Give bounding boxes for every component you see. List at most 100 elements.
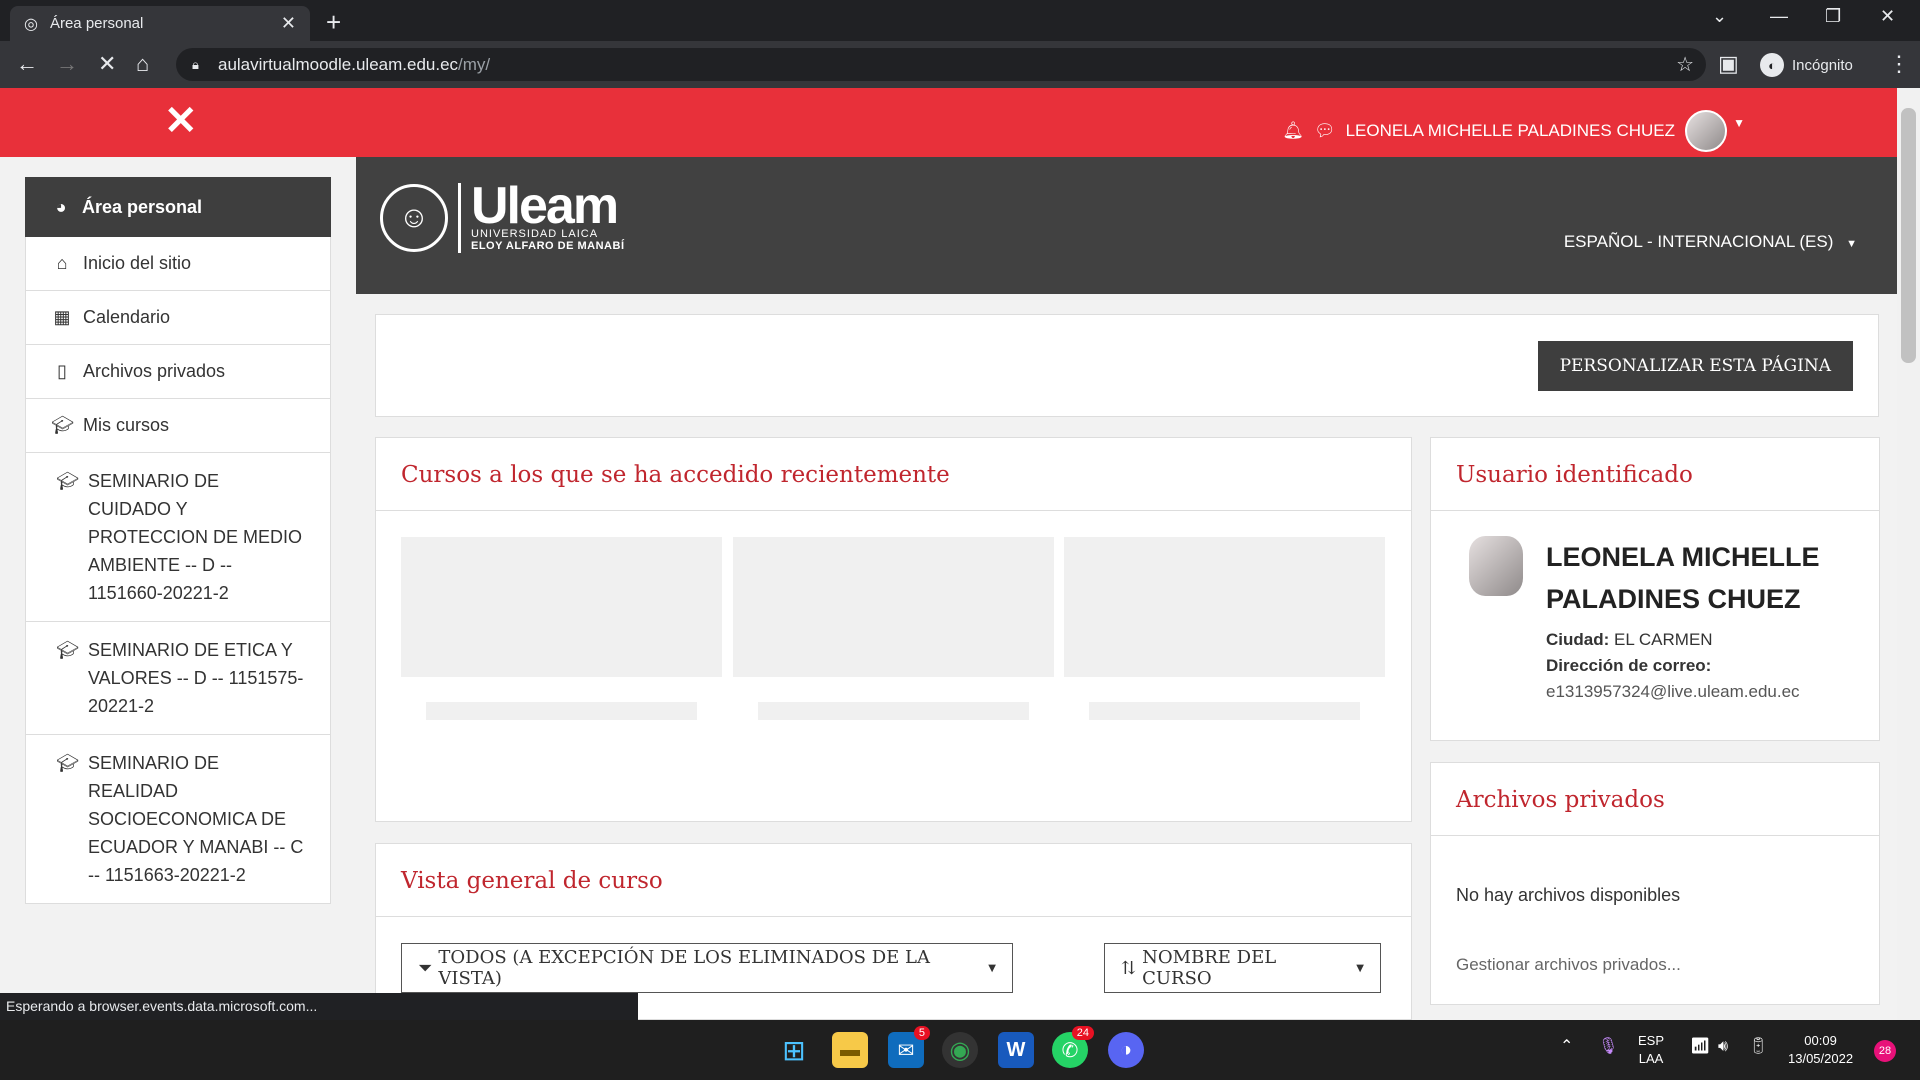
wifi-icon[interactable]: 📶︎ <box>1690 1038 1710 1056</box>
browser-tab[interactable]: ◎ Área personal ✕ <box>10 6 310 41</box>
sidebar-item-area-personal[interactable]: ◕ Área personal <box>25 177 331 237</box>
filter-dropdown[interactable]: ⏷ TODOS (A EXCEPCIÓN DE LOS ELIMINADOS D… <box>401 943 1013 993</box>
chrome-favicon-icon: ◎ <box>24 15 38 33</box>
sidebar-item-inicio[interactable]: ⌂ Inicio del sitio <box>25 237 331 291</box>
battery-icon[interactable]: 🔋︎ <box>1748 1038 1768 1056</box>
site-header: ✕ 🔔︎ 💬︎ LEONELA MICHELLE PALADINES CHUEZ… <box>0 88 1897 157</box>
page-scrollbar[interactable] <box>1897 88 1920 1020</box>
incognito-label: Incógnito <box>1792 56 1853 74</box>
course-title-placeholder <box>758 702 1029 720</box>
close-drawer-icon[interactable]: ✕ <box>164 98 198 144</box>
bookmark-star-icon[interactable]: ☆ <box>1676 52 1694 77</box>
chevron-down-icon[interactable]: ▼ <box>1733 116 1745 130</box>
course-card-placeholder <box>401 537 722 677</box>
dashboard-icon: ◕ <box>55 196 67 217</box>
sidebar-item-archivos[interactable]: ▯ Archivos privados <box>25 345 331 399</box>
windows-start-icon[interactable]: ⊞ <box>776 1032 812 1068</box>
forward-icon[interactable]: → <box>56 51 78 77</box>
chat-icon[interactable]: 💬︎ <box>1314 121 1336 141</box>
new-tab-icon[interactable]: + <box>326 7 341 38</box>
course-card-placeholder <box>733 537 1054 677</box>
lang-line2: LAA <box>1638 1051 1664 1066</box>
tab-search-icon[interactable]: ⌄ <box>1712 6 1727 27</box>
chevron-up-icon[interactable]: ⌃ <box>1560 1038 1573 1056</box>
sidebar-item-course[interactable]: 🎓︎ SEMINARIO DE CUIDADO Y PROTECCION DE … <box>25 453 331 622</box>
university-seal-icon: ☺ <box>380 184 448 252</box>
logo-divider <box>458 183 461 253</box>
word-icon[interactable]: W <box>998 1032 1034 1068</box>
chevron-down-icon: ▼ <box>988 962 996 974</box>
logged-user-title: Usuario identificado <box>1431 438 1879 511</box>
sort-icon: ⇅ <box>1121 957 1137 979</box>
customize-page-button[interactable]: PERSONALIZAR ESTA PÁGINA <box>1537 341 1853 391</box>
url-host: aulavirtualmoodle.uleam.edu.ec <box>218 54 459 74</box>
user-avatar[interactable] <box>1469 536 1523 596</box>
side-panel-icon[interactable]: ▣ <box>1718 51 1739 77</box>
header-user-name[interactable]: LEONELA MICHELLE PALADINES CHUEZ <box>1346 121 1675 141</box>
restore-icon[interactable]: ❐ <box>1825 6 1841 27</box>
course-title-placeholder <box>426 702 697 720</box>
user-full-name[interactable]: LEONELA MICHELLE PALADINES CHUEZ <box>1546 536 1866 620</box>
mail-icon[interactable]: ✉ 5 <box>888 1026 930 1068</box>
sidebar-item-course[interactable]: 🎓︎ SEMINARIO DE REALIDAD SOCIOECONOMICA … <box>25 735 331 904</box>
no-files-text: No hay archivos disponibles <box>1456 885 1681 905</box>
clock[interactable]: 00:09 13/05/2022 <box>1788 1032 1853 1068</box>
sidebar-item-label: Mis cursos <box>83 415 170 435</box>
graduation-cap-icon: 🎓︎ <box>56 640 79 660</box>
back-icon[interactable]: ← <box>16 51 38 77</box>
sidebar-item-calendario[interactable]: ▦ Calendario <box>25 291 331 345</box>
volume-icon[interactable]: 🔊︎ <box>1718 1038 1728 1056</box>
sidebar-item-label: SEMINARIO DE CUIDADO Y PROTECCION DE MED… <box>88 471 303 603</box>
bell-icon[interactable]: 🔔︎ <box>1282 121 1304 141</box>
avatar[interactable] <box>1685 110 1727 152</box>
sort-dropdown[interactable]: ⇅ NOMBRE DEL CURSO ▼ <box>1104 943 1381 993</box>
sidebar-item-mis-cursos[interactable]: 🎓︎ Mis cursos <box>25 399 331 453</box>
page-banner: ☺ Uleam UNIVERSIDAD LAICA ELOY ALFARO DE… <box>356 157 1897 294</box>
chrome-icon[interactable]: ◉ <box>942 1032 978 1068</box>
language-selector[interactable]: ESPAÑOL - INTERNACIONAL (ES) ▼ <box>1564 232 1857 252</box>
private-files-title: Archivos privados <box>1431 763 1879 836</box>
course-overview-title: Vista general de curso <box>376 844 1411 917</box>
file-explorer-icon[interactable]: ▬ <box>832 1032 868 1068</box>
taskbar: ⊞ ▬ ✉ 5 ◉ W ✆ 24 ◑ ⌃ 🎙︎ ESP LAA 📶︎ 🔊︎ 🔋︎ 0… <box>0 1020 1920 1080</box>
customize-bar: PERSONALIZAR ESTA PÁGINA <box>375 314 1879 417</box>
chevron-down-icon: ▼ <box>1846 238 1857 250</box>
recent-courses-block: Cursos a los que se ha accedido reciente… <box>375 437 1412 822</box>
notification-badge[interactable]: 28 <box>1874 1040 1896 1062</box>
sidebar-item-course[interactable]: 🎓︎ SEMINARIO DE ETICA Y VALORES -- D -- … <box>25 622 331 735</box>
scrollbar-thumb[interactable] <box>1901 108 1916 363</box>
close-window-icon[interactable]: ✕ <box>1880 6 1895 27</box>
user-menu[interactable]: 🔔︎ 💬︎ LEONELA MICHELLE PALADINES CHUEZ <box>1282 110 1727 152</box>
sidebar-item-label: Archivos privados <box>83 361 226 381</box>
stop-loading-icon[interactable]: ✕ <box>98 51 116 77</box>
recent-courses-title: Cursos a los que se ha accedido reciente… <box>376 438 1411 511</box>
nav-drawer: ◕ Área personal ⌂ Inicio del sitio ▦ Cal… <box>25 177 331 904</box>
logged-user-block: Usuario identificado LEONELA MICHELLE PA… <box>1430 437 1880 741</box>
manage-files-link[interactable]: Gestionar archivos privados... <box>1456 955 1681 975</box>
sidebar-item-label: Área personal <box>82 196 203 217</box>
language-indicator[interactable]: ESP LAA <box>1638 1032 1664 1068</box>
email-value: e1313957324@live.uleam.edu.ec <box>1546 682 1800 701</box>
url-bar[interactable]: 🔒︎ aulavirtualmoodle.uleam.edu.ec/my/ ☆ <box>176 48 1706 81</box>
whatsapp-icon[interactable]: ✆ 24 <box>1052 1026 1094 1068</box>
discord-icon[interactable]: ◑ <box>1108 1032 1144 1068</box>
uleam-logo[interactable]: ☺ Uleam UNIVERSIDAD LAICA ELOY ALFARO DE… <box>380 180 625 253</box>
browser-tabbar: ◎ Área personal ✕ + ⌄ — ❐ ✕ <box>0 0 1920 41</box>
minimize-icon[interactable]: — <box>1770 6 1788 27</box>
clock-time: 00:09 <box>1804 1033 1837 1048</box>
sort-label: NOMBRE DEL CURSO <box>1142 947 1277 989</box>
microphone-icon[interactable]: 🎙︎ <box>1598 1038 1618 1056</box>
file-icon: ▯ <box>57 361 67 381</box>
home-icon[interactable]: ⌂ <box>136 51 149 77</box>
calendar-icon: ▦ <box>53 307 71 327</box>
menu-icon[interactable]: ⋮ <box>1888 51 1910 77</box>
address-toolbar: ← → ✕ ⌂ 🔒︎ aulavirtualmoodle.uleam.edu.e… <box>0 41 1920 88</box>
email-label: Dirección de correo: <box>1546 656 1712 675</box>
clock-date: 13/05/2022 <box>1788 1051 1854 1066</box>
logo-line2: ELOY ALFARO DE MANABÍ <box>471 240 625 252</box>
city-value: EL CARMEN <box>1614 630 1713 649</box>
incognito-indicator[interactable]: ◐ Incógnito <box>1754 49 1863 81</box>
close-tab-icon[interactable]: ✕ <box>281 13 296 34</box>
language-label: ESPAÑOL - INTERNACIONAL (ES) <box>1563 232 1834 251</box>
url-path: /my/ <box>458 54 491 74</box>
